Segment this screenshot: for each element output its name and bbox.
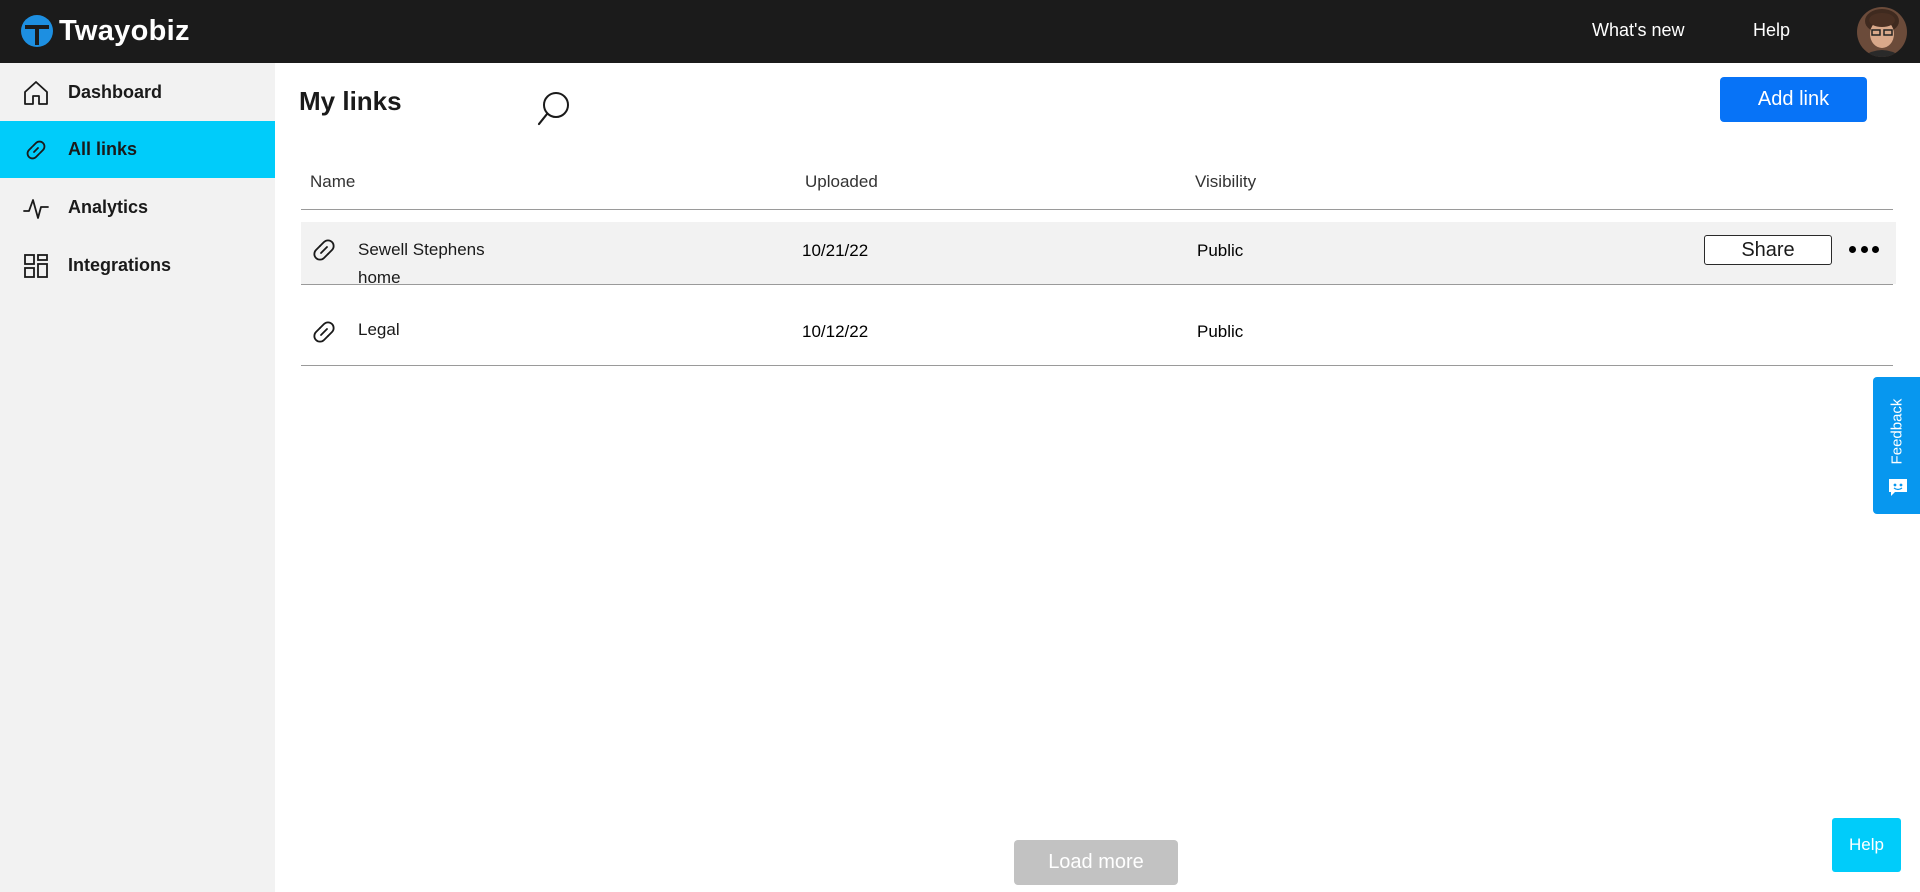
sidebar: Dashboard All links Analytics Integratio…	[0, 63, 275, 892]
feedback-tab[interactable]: Feedback	[1873, 377, 1920, 514]
page-title: My links	[299, 86, 402, 116]
header-divider	[301, 209, 1893, 210]
user-avatar-icon	[1857, 7, 1907, 57]
feedback-label: Feedback	[1888, 398, 1906, 464]
column-header-name[interactable]: Name	[310, 172, 355, 192]
sidebar-item-all-links[interactable]: All links	[0, 121, 275, 178]
uploaded-date: 10/12/22	[802, 322, 869, 341]
sidebar-item-dashboard[interactable]: Dashboard	[0, 64, 275, 121]
grid-icon	[20, 250, 52, 282]
visibility-value: Public	[1197, 241, 1244, 260]
link-name-line: Sewell Stephens	[358, 240, 485, 259]
more-dot-icon	[1860, 245, 1868, 253]
visibility-value: Public	[1197, 322, 1244, 341]
more-dot-icon	[1872, 245, 1879, 253]
top-bar: Twayobiz What's new Help	[0, 0, 1920, 63]
more-options-button[interactable]	[1849, 242, 1879, 256]
sidebar-item-label: Dashboard	[68, 82, 163, 102]
chat-icon	[1889, 479, 1907, 496]
app-name: Twayobiz	[59, 14, 190, 47]
sidebar-item-label: Analytics	[68, 197, 149, 217]
sidebar-item-label: Integrations	[68, 255, 172, 275]
share-button[interactable]: Share	[1704, 235, 1832, 265]
column-header-uploaded[interactable]: Uploaded	[805, 172, 878, 192]
search-icon	[537, 92, 569, 126]
sidebar-item-integrations[interactable]: Integrations	[0, 237, 275, 294]
link-icon	[20, 134, 52, 166]
link-icon	[313, 321, 335, 343]
more-dot-icon	[1849, 245, 1856, 253]
link-name[interactable]: Legal	[358, 316, 508, 344]
home-icon	[20, 77, 52, 109]
row-divider	[301, 365, 1893, 366]
table-row[interactable]: Sewell Stephens home 10/21/22 Public Sha…	[301, 222, 1896, 287]
logo-icon	[21, 15, 53, 47]
table-row[interactable]: Legal 10/12/22 Public	[301, 285, 1896, 365]
help-button[interactable]: Help	[1832, 818, 1901, 872]
feedback-label-wrap: Feedback	[1879, 391, 1915, 471]
search-button[interactable]	[536, 90, 572, 128]
pulse-icon	[20, 192, 52, 224]
uploaded-date: 10/21/22	[802, 241, 869, 260]
load-more-button[interactable]: Load more	[1014, 840, 1178, 885]
sidebar-item-label: All links	[68, 139, 138, 159]
link-icon	[313, 239, 335, 261]
sidebar-item-analytics[interactable]: Analytics	[0, 179, 275, 236]
add-link-button[interactable]: Add link	[1720, 77, 1867, 122]
help-link[interactable]: Help	[1753, 20, 1790, 41]
avatar[interactable]	[1857, 7, 1907, 57]
column-header-visibility[interactable]: Visibility	[1195, 172, 1256, 192]
whats-new-link[interactable]: What's new	[1592, 20, 1684, 41]
app-logo[interactable]: Twayobiz	[20, 12, 190, 50]
